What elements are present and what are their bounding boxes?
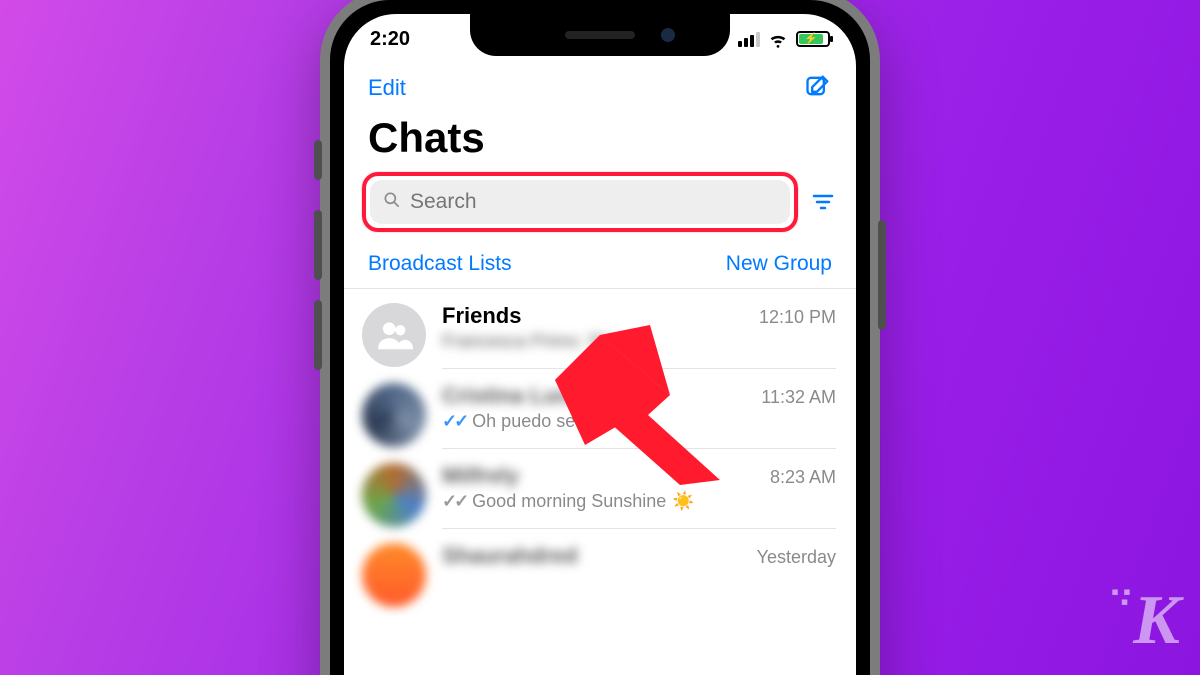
watermark-dots-icon: ▪▪ ▪ [1111,587,1135,607]
status-time: 2:20 [370,28,410,51]
power-button [878,220,886,330]
phone-screen: 2:20 ⚡ Edit [344,14,856,675]
chat-time: Yesterday [757,547,836,568]
chat-row[interactable]: Friends 12:10 PM Francesca Primo: Sti… [344,289,856,369]
chat-preview: ✓✓ Oh puedo ser eso [442,411,836,432]
avatar [362,383,426,447]
chat-time: 11:32 AM [761,387,836,408]
chat-row[interactable]: Shaurahdred Yesterday [344,529,856,607]
chat-preview: Francesca Primo: Sti… [442,331,836,352]
search-highlight-annotation [362,172,798,232]
search-icon [382,190,402,215]
cellular-signal-icon [736,32,760,47]
chat-name: Cristina Luna [442,383,583,409]
volume-down-button [314,300,322,370]
speaker-grille [565,31,635,39]
watermark: ▪▪ ▪ K [1133,581,1178,661]
nav-bar: Edit [344,64,856,112]
edit-button[interactable]: Edit [368,75,406,101]
wifi-icon [767,28,789,50]
chat-preview: ✓✓ Good morning Sunshine ☀️ [442,491,836,512]
sublinks-row: Broadcast Lists New Group [344,242,856,289]
delivered-ticks-icon: ✓✓ [442,491,466,512]
chat-row[interactable]: Cristina Luna 11:32 AM ✓✓ Oh puedo ser e… [344,369,856,449]
chat-time: 8:23 AM [770,467,836,488]
chat-name: Shaurahdred [442,543,578,569]
search-row [344,172,856,242]
avatar [362,543,426,607]
phone-frame: 2:20 ⚡ Edit [320,0,880,675]
chat-name: Friends [442,303,521,329]
mute-switch [314,140,322,180]
volume-up-button [314,210,322,280]
chat-row[interactable]: Milfrely 8:23 AM ✓✓ Good morning Sunshin… [344,449,856,529]
read-ticks-icon: ✓✓ [442,411,466,432]
broadcast-lists-link[interactable]: Broadcast Lists [368,252,512,276]
front-camera [661,28,675,42]
notch [470,14,730,56]
stage: 2:20 ⚡ Edit [0,0,1200,675]
chat-name: Milfrely [442,463,519,489]
sun-emoji: ☀️ [672,491,694,512]
search-field[interactable] [370,180,790,224]
chat-time: 12:10 PM [759,307,836,328]
page-title: Chats [344,112,856,172]
filter-button[interactable] [808,190,838,214]
search-input[interactable] [410,190,778,214]
avatar [362,463,426,527]
avatar-group-icon [362,303,426,367]
battery-charging-icon: ⚡ [796,31,830,47]
compose-button[interactable] [804,72,832,105]
new-group-link[interactable]: New Group [726,252,832,276]
